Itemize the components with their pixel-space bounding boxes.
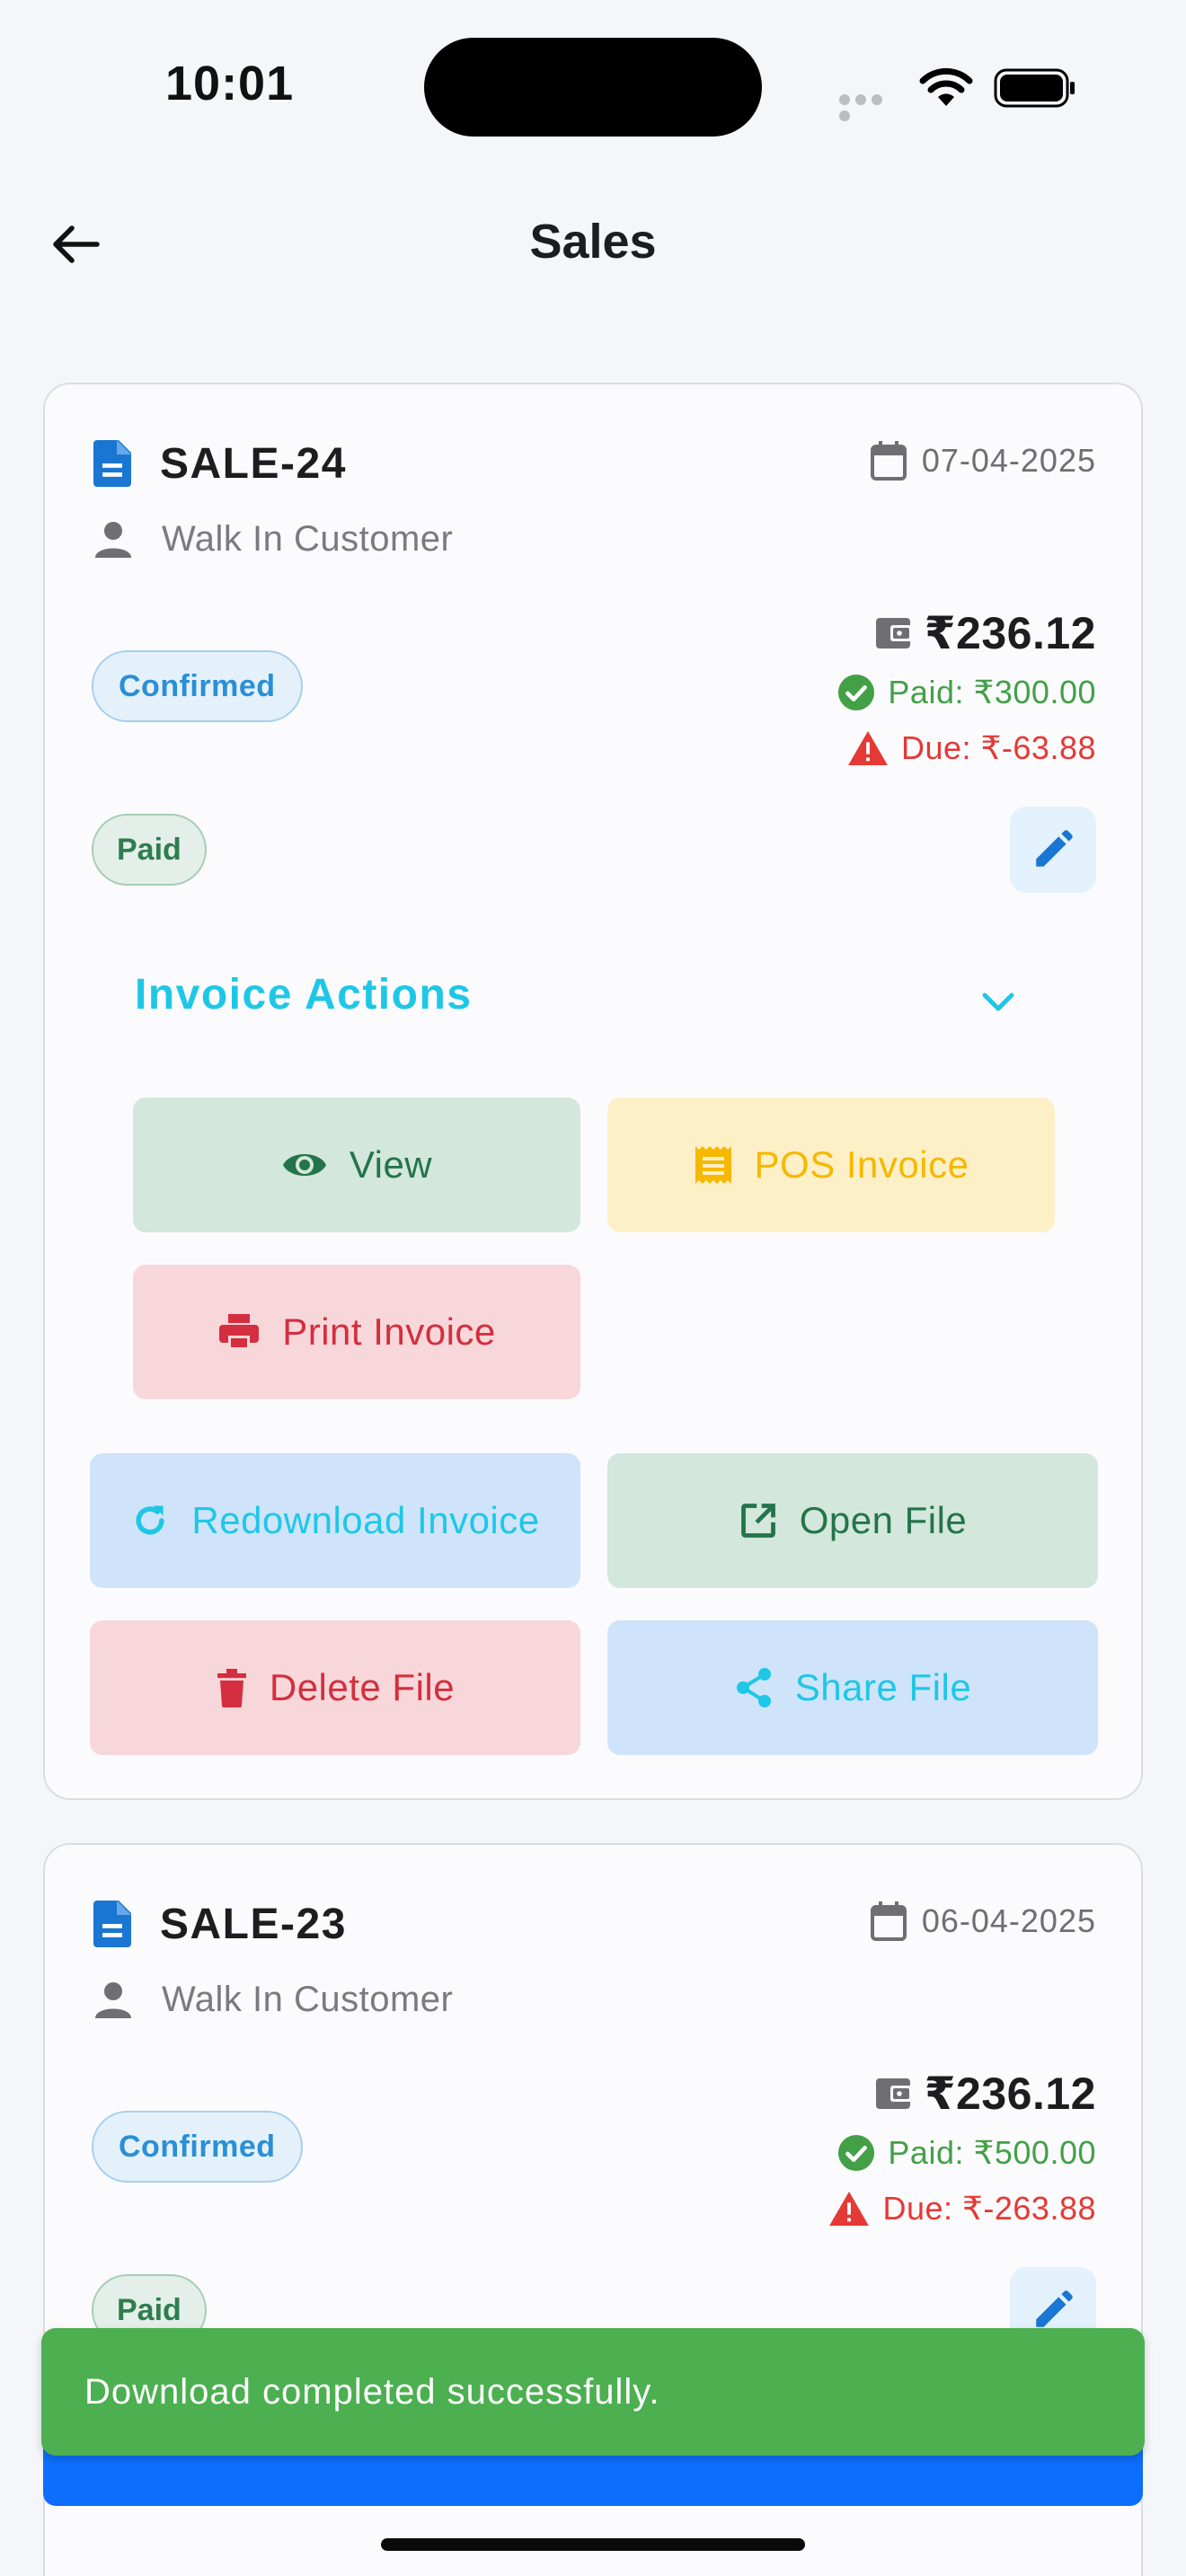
view-label: View <box>349 1143 433 1186</box>
person-icon <box>95 521 131 558</box>
customer-name: Walk In Customer <box>162 1980 454 2019</box>
battery-icon <box>994 68 1075 108</box>
view-invoice-button[interactable]: View <box>133 1098 580 1232</box>
open-file-label: Open File <box>799 1499 968 1541</box>
warning-icon <box>848 730 888 766</box>
due-amount: Due: ₹-63.88 <box>900 729 1096 766</box>
check-circle-icon <box>838 2134 875 2172</box>
sale-total: ₹236.12 <box>924 2069 1096 2119</box>
customer-name: Walk In Customer <box>162 519 454 559</box>
document-icon <box>93 1901 131 1947</box>
edit-button[interactable] <box>1010 807 1096 893</box>
pos-invoice-label: POS Invoice <box>754 1143 969 1186</box>
sale-id: SALE-23 <box>160 1900 347 1948</box>
wallet-icon <box>875 2078 912 2109</box>
dynamic-island <box>424 38 762 137</box>
paid-amount: Paid: ₹300.00 <box>888 674 1096 710</box>
sale-total: ₹236.12 <box>924 608 1096 658</box>
invoice-actions-header[interactable]: Invoice Actions <box>135 970 472 1019</box>
edit-icon <box>1036 2290 1073 2327</box>
redownload-invoice-button[interactable]: Redownload Invoice <box>90 1453 580 1588</box>
status-badge: Confirmed <box>92 2111 303 2183</box>
sale-date: 06-04-2025 <box>921 1902 1096 1939</box>
eye-icon <box>282 1154 326 1176</box>
invoice-actions-title: Invoice Actions <box>135 971 473 1019</box>
check-circle-icon <box>838 674 875 711</box>
calendar-icon <box>870 1901 907 1941</box>
delete-file-button[interactable]: Delete File <box>90 1620 580 1755</box>
refresh-icon <box>136 1505 164 1535</box>
chevron-down-icon[interactable] <box>979 988 1017 1015</box>
status-time: 10:01 <box>165 57 295 110</box>
page-title: Sales <box>529 215 657 269</box>
warning-icon <box>829 2191 870 2227</box>
share-file-label: Share File <box>794 1666 972 1708</box>
home-indicator[interactable] <box>381 2538 805 2551</box>
pos-invoice-button[interactable]: POS Invoice <box>607 1098 1055 1232</box>
calendar-icon <box>870 441 907 481</box>
print-invoice-label: Print Invoice <box>282 1310 496 1353</box>
sale-card[interactable]: SALE-24 07-04-2025 Walk In Customer ₹236… <box>43 383 1143 1800</box>
wallet-icon <box>875 618 912 648</box>
wifi-icon <box>919 67 973 106</box>
share-icon <box>736 1668 771 1707</box>
document-icon <box>93 440 131 487</box>
trash-icon <box>217 1669 246 1707</box>
snackbar: Download completed successfully. <box>41 2328 1145 2456</box>
snackbar-message: Download completed successfully. <box>84 2371 660 2412</box>
payment-status-badge: Paid <box>92 814 207 886</box>
open-external-icon <box>740 1504 775 1538</box>
edit-icon <box>1036 830 1073 867</box>
open-file-button[interactable]: Open File <box>607 1453 1098 1588</box>
status-badge: Confirmed <box>92 650 303 722</box>
sale-id: SALE-24 <box>160 439 347 488</box>
paid-amount: Paid: ₹500.00 <box>888 2134 1096 2171</box>
receipt-icon <box>695 1146 731 1184</box>
sales-screen: 10:01 Sales SALE-24 07-04-2025 Walk In C… <box>0 0 1186 2576</box>
signal-dots-icon <box>839 93 902 121</box>
printer-icon <box>219 1314 260 1350</box>
redownload-label: Redownload Invoice <box>191 1499 540 1541</box>
sale-date: 07-04-2025 <box>921 442 1096 479</box>
delete-file-label: Delete File <box>269 1666 456 1708</box>
person-icon <box>95 1981 131 2018</box>
print-invoice-button[interactable]: Print Invoice <box>133 1265 580 1399</box>
share-file-button[interactable]: Share File <box>607 1620 1098 1755</box>
due-amount: Due: ₹-263.88 <box>882 2190 1096 2227</box>
